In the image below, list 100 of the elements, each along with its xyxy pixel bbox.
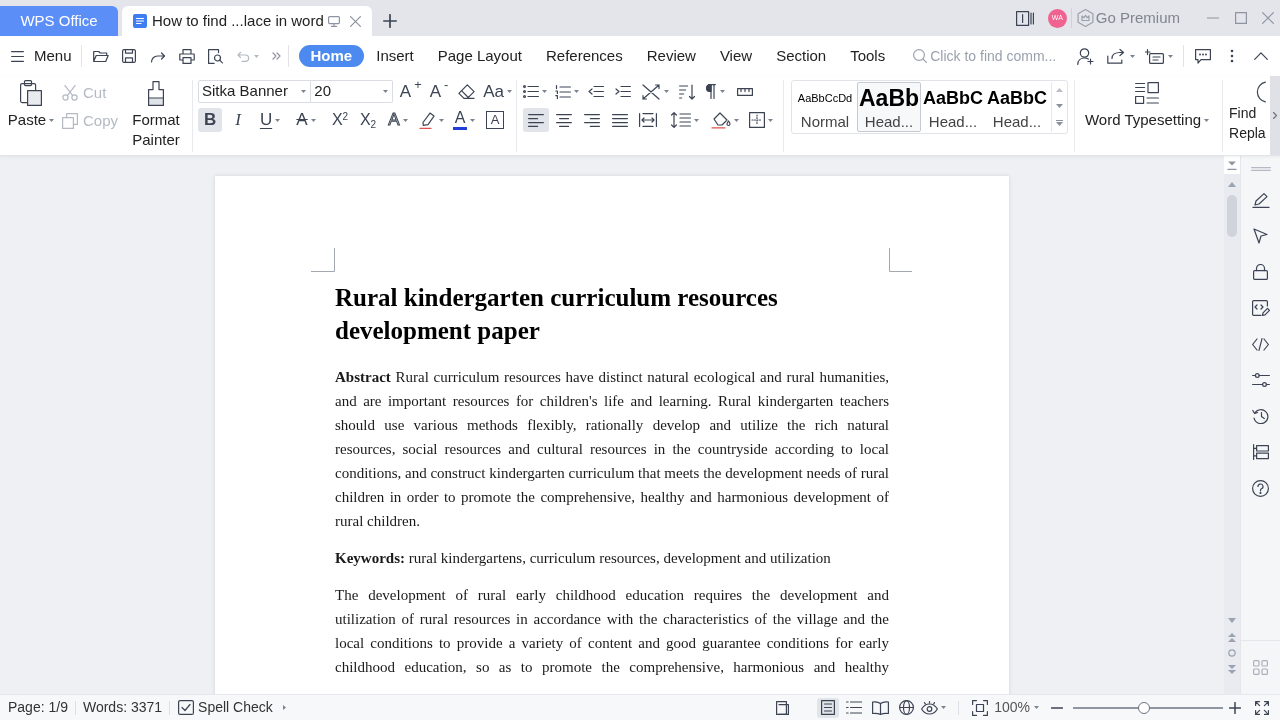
style-preview: AaBbC bbox=[987, 87, 1048, 110]
zoom-slider[interactable] bbox=[1073, 701, 1223, 714]
find-replace-button[interactable]: Find Repla bbox=[1229, 76, 1267, 143]
decrease-indent-icon[interactable] bbox=[588, 85, 605, 98]
drag-handle-icon[interactable] bbox=[1250, 167, 1271, 171]
paste-button[interactable]: Paste bbox=[8, 76, 54, 130]
underline-button[interactable]: U bbox=[254, 108, 287, 132]
document-tab[interactable]: How to find ...lace in word bbox=[122, 6, 372, 36]
zoom-slider-thumb[interactable] bbox=[1137, 701, 1150, 714]
save-icon[interactable] bbox=[121, 49, 136, 63]
word-count[interactable]: Words: 3371 bbox=[82, 697, 163, 718]
help-icon[interactable] bbox=[1252, 479, 1269, 497]
comment-icon[interactable] bbox=[1195, 48, 1211, 64]
fullscreen-icon[interactable] bbox=[1255, 700, 1269, 715]
share-button[interactable] bbox=[1107, 48, 1135, 64]
strikethrough-button[interactable]: A bbox=[289, 108, 324, 132]
subscript-button[interactable]: X$_{2}$ bbox=[354, 108, 383, 132]
grow-font-button[interactable]: A$^{+}$ bbox=[399, 80, 422, 103]
change-case-button[interactable]: Aa bbox=[483, 80, 513, 103]
page-view-button[interactable] bbox=[817, 697, 840, 718]
ribbon-tab[interactable]: Section bbox=[764, 45, 839, 67]
ribbon-tab[interactable]: Review bbox=[634, 45, 708, 67]
edit-code-icon[interactable] bbox=[1251, 300, 1270, 316]
style-item[interactable]: AaBb Head... bbox=[857, 82, 922, 132]
shading-button[interactable] bbox=[711, 111, 740, 129]
ribbon-tab[interactable]: Page Layout bbox=[425, 45, 534, 67]
caret-icon bbox=[402, 118, 408, 122]
print-preview-icon[interactable] bbox=[207, 48, 223, 64]
monitor-icon[interactable] bbox=[328, 15, 340, 27]
asian-layout-button[interactable] bbox=[641, 83, 670, 100]
double-chevron-icon[interactable] bbox=[271, 52, 281, 60]
document-title: Rural kindergarten curriculum resources development paper bbox=[335, 283, 779, 346]
scroll-down-icon[interactable] bbox=[1055, 104, 1063, 108]
caret-icon bbox=[49, 118, 55, 122]
caret-icon bbox=[253, 54, 259, 58]
style-item[interactable]: AaBbCcDd Normal bbox=[793, 82, 858, 132]
menu-button[interactable]: Menu bbox=[11, 44, 72, 68]
ribbon-tab[interactable]: Insert bbox=[364, 45, 426, 67]
pen-icon[interactable] bbox=[1251, 192, 1270, 208]
more-icon[interactable] bbox=[1230, 49, 1234, 63]
history-icon[interactable] bbox=[1252, 408, 1269, 424]
borders-button[interactable] bbox=[749, 112, 774, 128]
plus-icon[interactable] bbox=[383, 14, 397, 28]
ribbon-tab[interactable]: View bbox=[707, 45, 765, 67]
ruler-marker-icon[interactable] bbox=[1227, 160, 1237, 170]
collapse-icon[interactable] bbox=[1254, 52, 1268, 60]
code-icon[interactable] bbox=[1252, 337, 1269, 351]
line-spacing-button[interactable] bbox=[671, 112, 700, 128]
expand-gallery-icon[interactable] bbox=[1055, 120, 1063, 126]
zoom-in-icon[interactable] bbox=[1229, 701, 1241, 714]
format-painter-button[interactable]: Format Painter bbox=[126, 76, 187, 150]
cursor-icon[interactable] bbox=[1253, 228, 1268, 244]
eraser-icon[interactable] bbox=[458, 84, 476, 99]
add-user-icon[interactable] bbox=[1077, 47, 1095, 65]
window-icon[interactable] bbox=[1015, 10, 1034, 26]
document-icon bbox=[133, 14, 147, 28]
style-item[interactable]: AaBbC Head... bbox=[985, 82, 1050, 132]
sliders-icon[interactable] bbox=[1251, 373, 1270, 387]
zoom-level-button[interactable]: 100% bbox=[994, 697, 1039, 718]
character-border-button[interactable]: A bbox=[486, 111, 505, 129]
clipboard-icon bbox=[20, 80, 42, 106]
document-view-icon[interactable] bbox=[776, 700, 790, 715]
bullet-list-button[interactable] bbox=[523, 85, 548, 98]
curved-arrow-icon[interactable] bbox=[149, 49, 166, 63]
sort-icon[interactable] bbox=[679, 83, 696, 100]
caret-icon bbox=[275, 118, 281, 122]
open-folder-icon[interactable] bbox=[92, 49, 109, 63]
web-view-icon bbox=[898, 700, 914, 715]
align-left-button[interactable] bbox=[523, 108, 550, 132]
close-icon[interactable] bbox=[350, 15, 361, 27]
align-center-icon bbox=[556, 113, 573, 127]
italic-button[interactable]: I bbox=[226, 108, 251, 132]
caret-icon bbox=[1204, 118, 1210, 122]
text-effect-button[interactable]: A bbox=[382, 108, 415, 132]
toolbox-button[interactable] bbox=[1145, 48, 1173, 64]
zoom-out-icon[interactable] bbox=[1051, 706, 1063, 709]
increase-indent-icon[interactable] bbox=[615, 85, 632, 98]
word-typesetting-button[interactable]: Word Typesetting bbox=[1075, 76, 1220, 130]
ribbon-tab[interactable]: Tools bbox=[838, 45, 898, 67]
page-indicator[interactable]: Page: 1/9 bbox=[8, 697, 68, 718]
lock-icon[interactable] bbox=[1253, 264, 1268, 280]
font-size-field[interactable]: 20 bbox=[311, 80, 393, 103]
font-color-button[interactable]: A bbox=[448, 108, 481, 132]
eye-protection-button[interactable] bbox=[921, 700, 947, 715]
ribbon-tab[interactable]: References bbox=[534, 45, 635, 67]
tree-icon[interactable] bbox=[1252, 444, 1269, 460]
bold-button[interactable]: B bbox=[198, 108, 223, 132]
align-right-icon bbox=[584, 113, 601, 127]
style-item[interactable]: AaBbC Head... bbox=[921, 82, 986, 132]
fit-page-icon[interactable] bbox=[972, 699, 989, 716]
spell-check-button[interactable]: Spell Check bbox=[178, 697, 286, 718]
show-marks-button[interactable] bbox=[705, 84, 726, 99]
font-name-field[interactable]: Sitka Banner bbox=[198, 80, 312, 103]
printer-icon[interactable] bbox=[178, 48, 195, 64]
scissors-icon bbox=[62, 85, 78, 101]
numbered-list-button[interactable] bbox=[555, 84, 580, 99]
ruler-marks-icon[interactable] bbox=[737, 87, 754, 96]
scrollbar-thumb[interactable] bbox=[1227, 195, 1237, 237]
shrink-font-button[interactable]: A$^{-}$ bbox=[429, 80, 449, 103]
superscript-button[interactable]: X$^{2}$ bbox=[326, 108, 355, 132]
